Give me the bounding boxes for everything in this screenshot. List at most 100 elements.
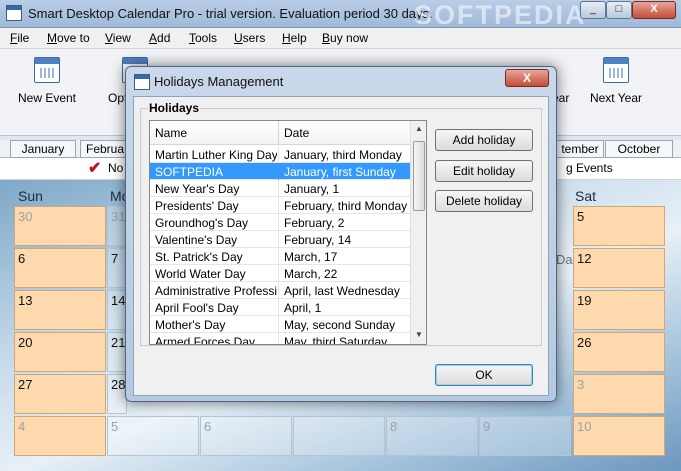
holiday-row[interactable]: Martin Luther King Day January, third Mon… <box>150 146 410 163</box>
row-column-divider <box>278 333 279 344</box>
calendar-app-icon <box>6 5 22 21</box>
holiday-date-cell: January, third Monday <box>284 148 402 162</box>
scroll-down-arrow-icon[interactable]: ▼ <box>414 330 424 340</box>
calendar-day-cell[interactable]: 14 <box>107 290 127 330</box>
calendar-day-cell[interactable]: 30 <box>14 206 106 246</box>
menu-add[interactable]: Add <box>149 31 170 45</box>
delete-holiday-button[interactable]: Delete holiday <box>435 190 533 212</box>
month-tab-september[interactable]: tember <box>556 140 604 158</box>
holiday-row[interactable]: New Year's Day January, 1 <box>150 180 410 197</box>
add-holiday-button[interactable]: Add holiday <box>435 129 533 151</box>
holiday-name-cell: Administrative Professio... <box>155 284 277 298</box>
vertical-scrollbar[interactable]: ▲ ▼ <box>410 121 426 344</box>
new-event-icon <box>34 57 60 83</box>
calendar-day-cell[interactable]: 5 <box>107 416 199 456</box>
holiday-row[interactable]: SOFTPEDIA January, first Sunday <box>150 163 410 180</box>
holiday-date-cell: March, 17 <box>284 250 338 264</box>
holiday-name-cell: Mother's Day <box>155 318 226 332</box>
scroll-thumb[interactable] <box>413 141 425 211</box>
holiday-date-cell: February, 14 <box>284 233 352 247</box>
month-tab-january[interactable]: January <box>10 140 76 158</box>
column-header-name[interactable]: Name <box>155 126 187 140</box>
calendar-day-cell[interactable]: 10 <box>573 416 665 456</box>
holiday-row[interactable]: April Fool's Day April, 1 <box>150 299 410 316</box>
dialog-calendar-icon <box>134 74 150 90</box>
calendar-day-cell[interactable]: 7 <box>107 248 127 288</box>
calendar-day-cell[interactable]: 13 <box>14 290 106 330</box>
holiday-row[interactable]: Groundhog's Day February, 2 <box>150 214 410 231</box>
menu-tools[interactable]: Tools <box>189 31 217 45</box>
menu-help[interactable]: Help <box>282 31 307 45</box>
holiday-name-cell: World Water Day <box>155 267 246 281</box>
column-header-date[interactable]: Date <box>284 126 309 140</box>
calendar-day-cell[interactable]: 20 <box>14 332 106 372</box>
check-icon: ✔ <box>88 160 102 177</box>
holiday-name-cell: Martin Luther King Day <box>155 148 277 162</box>
menu-buy-now[interactable]: Buy now <box>322 31 368 45</box>
next-year-icon <box>603 57 629 83</box>
holiday-name-cell: SOFTPEDIA <box>155 165 224 179</box>
dialog-body: Holidays Name Date Martin Luther King Da… <box>133 96 549 396</box>
maximize-button[interactable]: □ <box>606 1 632 19</box>
calendar-day-cell[interactable]: 9 <box>479 416 571 456</box>
holidays-list[interactable]: Name Date Martin Luther King Day January,… <box>149 120 427 345</box>
minimize-button[interactable]: _ <box>580 1 606 19</box>
holiday-row[interactable]: Valentine's Day February, 14 <box>150 231 410 248</box>
calendar-day-cell[interactable]: 5 <box>573 206 665 246</box>
day-header-sat: Sat <box>575 188 597 204</box>
calendar-day-cell[interactable] <box>293 416 385 456</box>
row-column-divider <box>278 316 279 333</box>
menu-users[interactable]: Users <box>234 31 265 45</box>
window-title: Smart Desktop Calendar Pro - trial versi… <box>28 6 433 21</box>
calendar-day-cell[interactable]: 21 <box>107 332 127 372</box>
holiday-row[interactable]: Administrative Professio... April, last W… <box>150 282 410 299</box>
calendar-day-cell[interactable]: 12 <box>573 248 665 288</box>
row-column-divider <box>278 214 279 231</box>
row-column-divider <box>278 299 279 316</box>
holiday-row[interactable]: St. Patrick's Day March, 17 <box>150 248 410 265</box>
row-column-divider <box>278 265 279 282</box>
calendar-day-cell[interactable]: 28 <box>107 374 127 414</box>
new-event-button[interactable]: New Event <box>12 53 82 133</box>
calendar-day-cell[interactable]: 4 <box>14 416 106 456</box>
edit-holiday-button[interactable]: Edit holiday <box>435 160 533 182</box>
row-column-divider <box>278 282 279 299</box>
ok-button[interactable]: OK <box>435 364 533 386</box>
holiday-name-cell: New Year's Day <box>155 182 240 196</box>
calendar-day-cell[interactable]: 19 <box>573 290 665 330</box>
calendar-day-cell[interactable]: 27 <box>14 374 106 414</box>
menu-bar: File Move to View Add Tools Users Help B… <box>0 28 681 48</box>
month-tab-february[interactable]: Februa <box>80 140 130 158</box>
friday-partial-label: Da <box>556 252 573 267</box>
menu-file[interactable]: File <box>10 31 29 45</box>
holiday-name-cell: Presidents' Day <box>155 199 239 213</box>
menu-move-to[interactable]: Move to <box>47 31 90 45</box>
holiday-name-cell: Groundhog's Day <box>155 216 249 230</box>
close-button[interactable]: X <box>632 1 676 19</box>
title-bar[interactable]: Smart Desktop Calendar Pro - trial versi… <box>0 0 681 30</box>
calendar-day-cell[interactable]: 26 <box>573 332 665 372</box>
next-year-button[interactable]: Next Year <box>581 53 651 133</box>
holiday-date-cell: January, 1 <box>284 182 340 196</box>
holidays-management-dialog: Holidays Management X Holidays Name Date… <box>125 66 557 402</box>
calendar-day-cell[interactable]: 3 <box>573 374 665 414</box>
holiday-name-cell: April Fool's Day <box>155 301 239 315</box>
dialog-close-button[interactable]: X <box>505 69 549 87</box>
scroll-up-arrow-icon[interactable]: ▲ <box>414 124 424 134</box>
calendar-day-cell[interactable]: 8 <box>386 416 478 456</box>
holiday-row[interactable]: Presidents' Day February, third Monday <box>150 197 410 214</box>
row-column-divider <box>278 197 279 214</box>
holiday-row[interactable]: World Water Day March, 22 <box>150 265 410 282</box>
events-label: g Events <box>566 161 613 175</box>
month-tab-october[interactable]: October <box>605 140 673 158</box>
holiday-row[interactable]: Armed Forces Day May, third Saturday <box>150 333 410 344</box>
holiday-row[interactable]: Mother's Day May, second Sunday <box>150 316 410 333</box>
list-header: Name Date <box>150 121 410 145</box>
calendar-day-cell[interactable]: 6 <box>200 416 292 456</box>
next-year-label: Next Year <box>589 91 643 105</box>
column-separator[interactable] <box>278 121 279 145</box>
holiday-name-cell: St. Patrick's Day <box>155 250 243 264</box>
calendar-day-cell[interactable]: 31 <box>107 206 127 246</box>
calendar-day-cell[interactable]: 6 <box>14 248 106 288</box>
menu-view[interactable]: View <box>105 31 131 45</box>
